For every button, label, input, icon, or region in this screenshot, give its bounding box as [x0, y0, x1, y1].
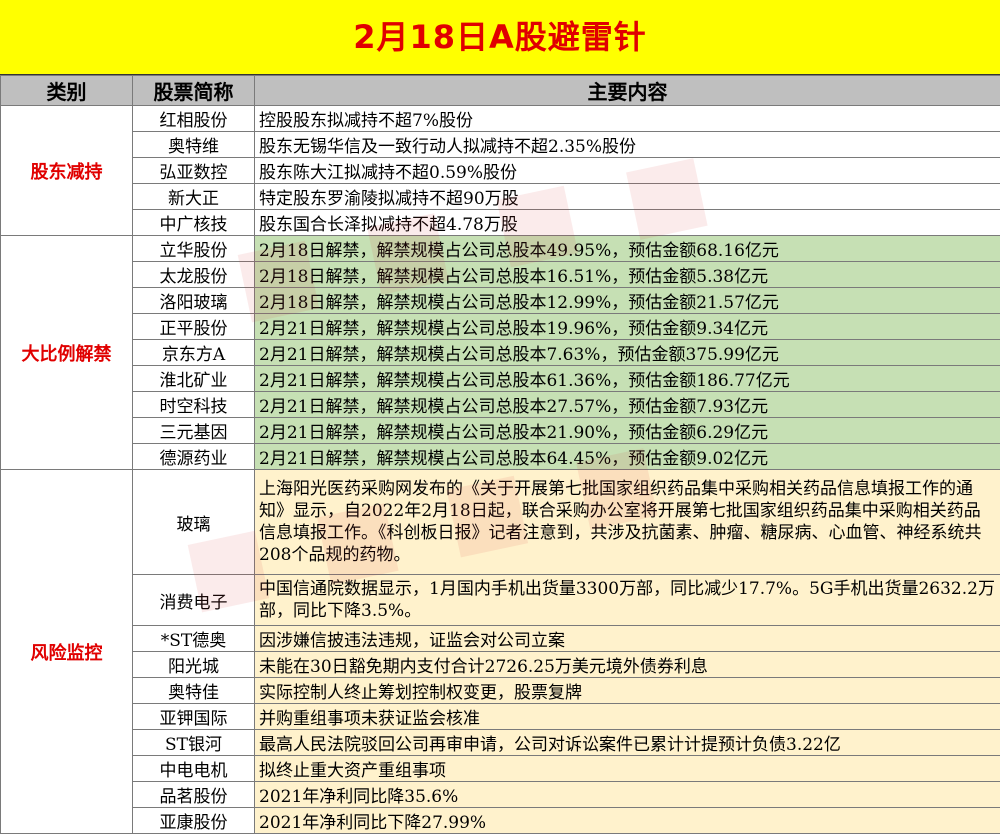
category-label: 股东减持: [1, 106, 133, 236]
content-text: 股东无锡华信及一致行动人拟减持不超2.35%股份: [255, 132, 1000, 158]
content-text: 最高人民法院驳回公司再审申请，公司对诉讼案件已累计计提预计负债3.22亿: [255, 730, 1000, 756]
content-text: 2月21日解禁，解禁规模占公司总股本64.45%，预估金额9.02亿元: [255, 444, 1000, 470]
table-row: 德源药业 2月21日解禁，解禁规模占公司总股本64.45%，预估金额9.02亿元: [1, 444, 1000, 470]
stock-name: 京东方A: [133, 340, 255, 366]
table-row: 时空科技 2月21日解禁，解禁规模占公司总股本27.57%，预估金额7.93亿元: [1, 392, 1000, 418]
table-row: 新大正 特定股东罗渝陵拟减持不超90万股: [1, 184, 1000, 210]
header-stock: 股票简称: [133, 76, 255, 106]
avoid-risk-sheet: 2月18日A股避雷针 类别 股票简称 主要内容 股东减持 红相股份 控股股东拟减…: [0, 0, 1000, 830]
category-label: 风险监控: [1, 470, 133, 834]
table-row: 正平股份 2月21日解禁，解禁规模占公司总股本19.96%，预估金额9.34亿元: [1, 314, 1000, 340]
content-text: 2月21日解禁，解禁规模占公司总股本27.57%，预估金额7.93亿元: [255, 392, 1000, 418]
stock-name: 德源药业: [133, 444, 255, 470]
table-row: 淮北矿业 2月21日解禁，解禁规模占公司总股本61.36%，预估金额186.77…: [1, 366, 1000, 392]
group-shareholder-reduction: 股东减持 红相股份 控股股东拟减持不超7%股份 奥特维 股东无锡华信及一致行动人…: [1, 106, 1000, 236]
stock-name: 淮北矿业: [133, 366, 255, 392]
stock-name: 洛阳玻璃: [133, 288, 255, 314]
table-row: 风险监控 玻璃 上海阳光医药采购网发布的《关于开展第七批国家组织药品集中采购相关…: [1, 470, 1000, 575]
content-text: 2月18日解禁，解禁规模占公司总股本16.51%，预估金额5.38亿元: [255, 262, 1000, 288]
table-row: 中电电机 拟终止重大资产重组事项: [1, 756, 1000, 782]
page-title: 2月18日A股避雷针: [0, 0, 1000, 75]
table-row: 品茗股份 2021年净利同比降35.6%: [1, 782, 1000, 808]
category-label: 大比例解禁: [1, 236, 133, 470]
table-row: 消费电子 中国信通院数据显示，1月国内手机出货量3300万部，同比减少17.7%…: [1, 575, 1000, 626]
table-row: 太龙股份 2月18日解禁，解禁规模占公司总股本16.51%，预估金额5.38亿元: [1, 262, 1000, 288]
stock-name: 正平股份: [133, 314, 255, 340]
table-row: 奥特维 股东无锡华信及一致行动人拟减持不超2.35%股份: [1, 132, 1000, 158]
content-text: 拟终止重大资产重组事项: [255, 756, 1000, 782]
content-text: 2月21日解禁，解禁规模占公司总股本19.96%，预估金额9.34亿元: [255, 314, 1000, 340]
content-text: 2021年净利同比降35.6%: [255, 782, 1000, 808]
content-text: 并购重组事项未获证监会核准: [255, 704, 1000, 730]
table-row: 中广核技 股东国合长泽拟减持不超4.78万股: [1, 210, 1000, 236]
stock-name: 奥特佳: [133, 678, 255, 704]
table-row: 大比例解禁 立华股份 2月18日解禁，解禁规模占公司总股本49.95%，预估金额…: [1, 236, 1000, 262]
content-text: 因涉嫌信披违法违规，证监会对公司立案: [255, 626, 1000, 652]
stock-name: 奥特维: [133, 132, 255, 158]
stock-name: *ST德奥: [133, 626, 255, 652]
content-text: 2月21日解禁，解禁规模占公司总股本61.36%，预估金额186.77亿元: [255, 366, 1000, 392]
stock-name: 红相股份: [133, 106, 255, 132]
risk-table: 类别 股票简称 主要内容 股东减持 红相股份 控股股东拟减持不超7%股份 奥特维…: [0, 75, 1000, 834]
content-text: 特定股东罗渝陵拟减持不超90万股: [255, 184, 1000, 210]
table-row: 京东方A 2月21日解禁，解禁规模占公司总股本7.63%，预估金额375.99亿…: [1, 340, 1000, 366]
stock-name: 太龙股份: [133, 262, 255, 288]
content-text: 中国信通院数据显示，1月国内手机出货量3300万部，同比减少17.7%。5G手机…: [255, 575, 1000, 626]
table-row: 奥特佳 实际控制人终止筹划控制权变更，股票复牌: [1, 678, 1000, 704]
content-text: 股东陈大江拟减持不超0.59%股份: [255, 158, 1000, 184]
stock-name: 时空科技: [133, 392, 255, 418]
stock-name: 品茗股份: [133, 782, 255, 808]
stock-name: 消费电子: [133, 575, 255, 626]
stock-name: 玻璃: [133, 470, 255, 575]
stock-name: 阳光城: [133, 652, 255, 678]
header-category: 类别: [1, 76, 133, 106]
stock-name: 亚钾国际: [133, 704, 255, 730]
stock-name: 新大正: [133, 184, 255, 210]
stock-name: 立华股份: [133, 236, 255, 262]
content-text: 控股股东拟减持不超7%股份: [255, 106, 1000, 132]
table-row: 弘亚数控 股东陈大江拟减持不超0.59%股份: [1, 158, 1000, 184]
table-row: *ST德奥 因涉嫌信披违法违规，证监会对公司立案: [1, 626, 1000, 652]
group-risk-monitor: 风险监控 玻璃 上海阳光医药采购网发布的《关于开展第七批国家组织药品集中采购相关…: [1, 470, 1000, 834]
stock-name: 中广核技: [133, 210, 255, 236]
content-text: 实际控制人终止筹划控制权变更，股票复牌: [255, 678, 1000, 704]
table-row: 阳光城 未能在30日豁免期内支付合计2726.25万美元境外债券利息: [1, 652, 1000, 678]
table-row: 股东减持 红相股份 控股股东拟减持不超7%股份: [1, 106, 1000, 132]
header-content: 主要内容: [255, 76, 1000, 106]
stock-name: 弘亚数控: [133, 158, 255, 184]
content-text: 未能在30日豁免期内支付合计2726.25万美元境外债券利息: [255, 652, 1000, 678]
stock-name: 中电电机: [133, 756, 255, 782]
stock-name: 三元基因: [133, 418, 255, 444]
content-text: 上海阳光医药采购网发布的《关于开展第七批国家组织药品集中采购相关药品信息填报工作…: [255, 470, 1000, 575]
content-text: 2月21日解禁，解禁规模占公司总股本21.90%，预估金额6.29亿元: [255, 418, 1000, 444]
table-row: ST银河 最高人民法院驳回公司再审申请，公司对诉讼案件已累计计提预计负债3.22…: [1, 730, 1000, 756]
table-row: 洛阳玻璃 2月18日解禁，解禁规模占公司总股本12.99%，预估金额21.57亿…: [1, 288, 1000, 314]
content-text: 2月18日解禁，解禁规模占公司总股本49.95%，预估金额68.16亿元: [255, 236, 1000, 262]
group-large-unlock: 大比例解禁 立华股份 2月18日解禁，解禁规模占公司总股本49.95%，预估金额…: [1, 236, 1000, 470]
content-text: 2月18日解禁，解禁规模占公司总股本12.99%，预估金额21.57亿元: [255, 288, 1000, 314]
stock-name: ST银河: [133, 730, 255, 756]
header-row: 类别 股票简称 主要内容: [1, 76, 1000, 106]
table-row: 三元基因 2月21日解禁，解禁规模占公司总股本21.90%，预估金额6.29亿元: [1, 418, 1000, 444]
content-text: 2月21日解禁，解禁规模占公司总股本7.63%，预估金额375.99亿元: [255, 340, 1000, 366]
table-row: 亚钾国际 并购重组事项未获证监会核准: [1, 704, 1000, 730]
content-text: 股东国合长泽拟减持不超4.78万股: [255, 210, 1000, 236]
